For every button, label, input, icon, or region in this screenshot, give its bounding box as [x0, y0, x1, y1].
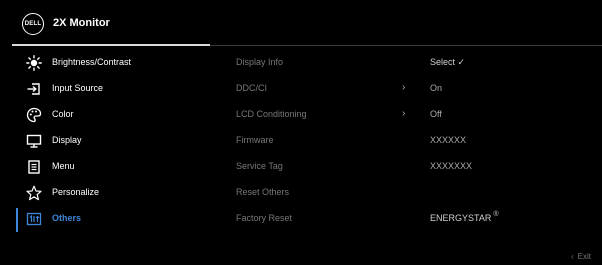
- submenu-row-factory-reset[interactable]: Factory Reset ENERGYSTAR ®: [236, 208, 602, 234]
- active-indicator: [16, 208, 18, 232]
- header-divider-active: [12, 44, 210, 46]
- submenu-row-lcd-conditioning[interactable]: LCD Conditioning › Off: [236, 104, 602, 130]
- dell-logo: DELL: [22, 13, 44, 35]
- submenu-item-value: Off: [430, 109, 442, 119]
- submenu-item-label: DDC/CI: [236, 83, 267, 93]
- star-icon: [26, 185, 42, 201]
- submenu-row-ddc-ci[interactable]: DDC/CI › On: [236, 78, 602, 104]
- color-palette-icon: [26, 107, 42, 123]
- submenu-item-label: Firmware: [236, 135, 274, 145]
- menu-item-others[interactable]: Others: [0, 208, 210, 234]
- chevron-right-icon: ›: [402, 108, 406, 119]
- submenu-item-value: XXXXXXX: [430, 161, 473, 171]
- submenu-item-label: Service Tag: [236, 161, 283, 171]
- exit-label: Exit: [577, 252, 592, 261]
- menu-item-label: Personalize: [52, 187, 100, 197]
- menu-item-label: Color: [52, 109, 74, 119]
- submenu-row-firmware: Firmware XXXXXX: [236, 130, 602, 156]
- menu-item-input-source[interactable]: Input Source: [0, 78, 210, 104]
- others-icon: [26, 212, 42, 226]
- monitor-title: 2X Monitor: [53, 17, 110, 29]
- menu-item-menu[interactable]: Menu: [0, 156, 210, 182]
- exit-button[interactable]: ‹ Exit: [571, 252, 591, 261]
- submenu-item-label: LCD Conditioning: [236, 109, 307, 119]
- menu-item-color[interactable]: Color: [0, 104, 210, 130]
- menu-item-label: Others: [52, 213, 82, 223]
- chevron-left-icon: ‹: [571, 252, 574, 261]
- display-monitor-icon: [26, 134, 42, 148]
- submenu-row-reset-others[interactable]: Reset Others: [236, 182, 602, 208]
- brightness-icon: [26, 55, 42, 71]
- submenu-item-label: Reset Others: [236, 187, 290, 197]
- submenu-item-label: Factory Reset: [236, 213, 293, 223]
- menu-item-label: Menu: [52, 161, 75, 171]
- submenu-item-value: Select ✓: [430, 57, 466, 67]
- header-divider: [210, 45, 602, 46]
- menu-list-icon: [28, 160, 40, 174]
- input-source-icon: [27, 83, 40, 95]
- menu-item-display[interactable]: Display: [0, 130, 210, 156]
- submenu-row-display-info[interactable]: Display Info Select ✓: [236, 52, 602, 78]
- submenu-item-label: Display Info: [236, 57, 284, 67]
- chevron-right-icon: ›: [402, 82, 406, 93]
- registered-mark: ®: [493, 211, 499, 218]
- submenu-item-value: XXXXXX: [430, 135, 467, 145]
- submenu-item-value: On: [430, 83, 443, 93]
- energystar-label: ENERGYSTAR ®: [430, 211, 499, 223]
- menu-item-label: Input Source: [52, 83, 104, 93]
- osd-header: DELL 2X Monitor: [0, 0, 602, 44]
- menu-item-personalize[interactable]: Personalize: [0, 182, 210, 208]
- menu-item-label: Brightness/Contrast: [52, 57, 132, 67]
- menu-item-brightness-contrast[interactable]: Brightness/Contrast: [0, 52, 210, 78]
- menu-item-label: Display: [52, 135, 82, 145]
- energystar-text: ENERGYSTAR: [430, 213, 492, 223]
- submenu-row-service-tag: Service Tag XXXXXXX: [236, 156, 602, 182]
